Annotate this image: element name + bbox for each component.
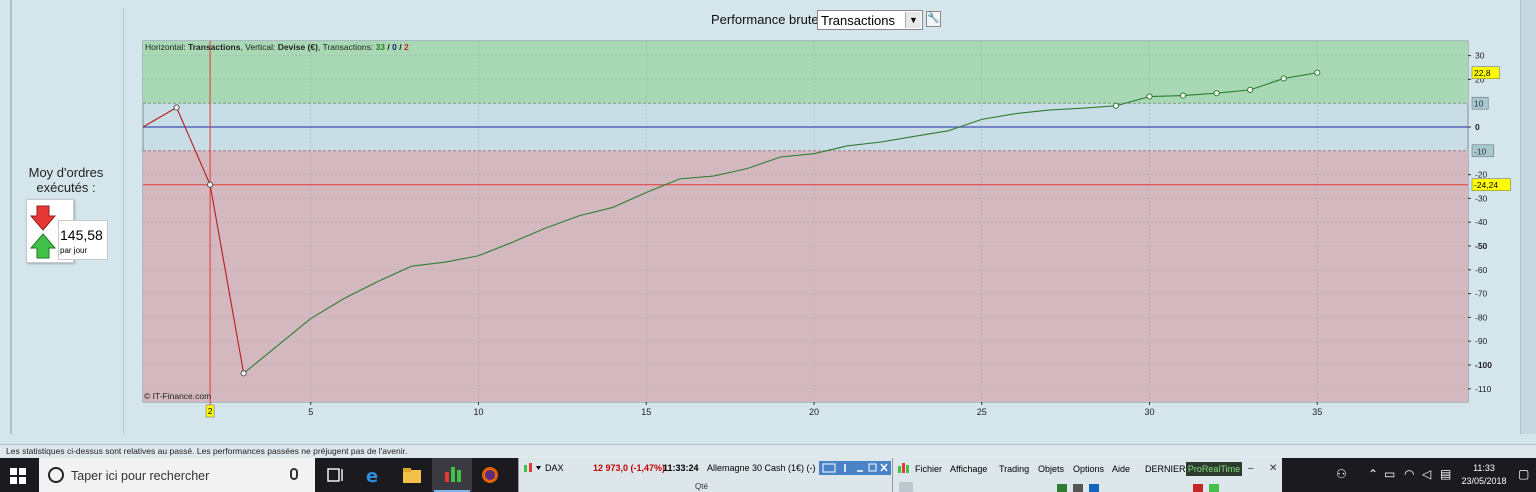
close-icon[interactable]: ✕ — [1269, 463, 1277, 474]
y-tick-label: -60 — [1475, 265, 1488, 275]
menu-affichage[interactable]: Affichage — [950, 464, 987, 474]
windows-taskbar: Taper ici pour rechercher e DAX 12 973,0… — [0, 458, 1536, 492]
data-point — [1213, 90, 1220, 97]
menu-fichier[interactable]: Fichier — [915, 464, 942, 474]
x-tick-label: 35 — [1312, 407, 1322, 417]
data-point — [1314, 69, 1321, 76]
y-tick-label: -80 — [1475, 312, 1488, 322]
y-tick-label: -40 — [1475, 217, 1488, 227]
cortana-icon — [48, 467, 64, 483]
dax-quote-window[interactable]: DAX 12 973,0 (-1,47%) 11:33:24 Allemagne… — [518, 458, 892, 492]
battery-icon[interactable]: ▭ — [1384, 467, 1395, 481]
data-point — [1280, 75, 1287, 82]
window-control-icons — [822, 463, 888, 473]
data-point — [240, 370, 247, 377]
chart-info-line: Horizontal: Transactions, Vertical: Devi… — [145, 42, 409, 52]
min-value-badge: -24,24 — [1474, 180, 1498, 190]
x-tick-label: 15 — [641, 407, 651, 417]
status-bar: Les statistiques ci-dessus sont relative… — [0, 444, 1536, 458]
app-window: Moy d'ordres exécutés : 145,58 par jour … — [0, 0, 1536, 444]
keyboard-icon[interactable]: ▤ — [1440, 467, 1451, 481]
taskbar-search[interactable]: Taper ici pour rechercher — [39, 458, 315, 492]
y-tick-label: -20 — [1475, 170, 1488, 180]
menu-trading[interactable]: Trading — [999, 464, 1029, 474]
dax-description: Allemagne 30 Cash (1€) (-) — [707, 463, 816, 473]
taskbar-prorealtime-active[interactable] — [432, 458, 472, 492]
y-tick-label: 30 — [1475, 51, 1485, 61]
y-tick-label: -50 — [1475, 241, 1488, 251]
y-tick-label: -30 — [1475, 193, 1488, 203]
data-point — [1146, 93, 1153, 100]
menu-aide[interactable]: Aide — [1112, 464, 1130, 474]
x-tick-label: 30 — [1144, 407, 1154, 417]
dax-symbol: DAX — [545, 463, 564, 473]
dax-price: 12 973,0 (-1,47%) — [593, 463, 666, 473]
menu-dernier[interactable]: DERNIER — [1145, 464, 1186, 474]
microphone-icon[interactable] — [290, 468, 298, 480]
lower-band-badge: -10 — [1474, 146, 1487, 156]
y-tick-label: -110 — [1475, 384, 1492, 394]
windows-start-icon[interactable] — [10, 468, 26, 484]
wifi-icon[interactable]: ◠ — [1404, 467, 1414, 481]
prorealtime-menu-window[interactable]: Fichier Affichage Trading Objets Options… — [892, 458, 1282, 492]
prt-toolbar[interactable] — [897, 480, 1277, 492]
dax-time: 11:33:24 — [663, 463, 699, 473]
cursor-badge: 2 — [208, 406, 213, 416]
quantity-label: Qté — [695, 482, 708, 491]
clock-time[interactable]: 11:33 — [1454, 463, 1514, 473]
disclaimer-text: Les statistiques ci-dessus sont relative… — [6, 446, 408, 456]
menu-options[interactable]: Options — [1073, 464, 1104, 474]
search-placeholder: Taper ici pour rechercher — [71, 469, 210, 483]
candle-icon — [524, 463, 541, 472]
window-controls[interactable] — [819, 461, 891, 475]
show-hidden-icons-icon[interactable]: ⌃ — [1368, 467, 1378, 481]
loss-zone — [143, 150, 1468, 402]
notifications-icon[interactable]: ▢ — [1518, 467, 1529, 481]
current-value-badge: 22,8 — [1474, 68, 1491, 78]
y-tick-label: -100 — [1475, 360, 1492, 370]
x-tick-label: 20 — [809, 407, 819, 417]
prorealtime-badge: ProRealTime — [1186, 462, 1242, 476]
prt-logo-icon — [898, 463, 909, 473]
clock-date[interactable]: 23/05/2018 — [1454, 476, 1514, 486]
svg-text:e: e — [366, 466, 378, 484]
performance-chart: 5 10 15 20 25 30 3530200-20-30-40-50-60-70-80-… — [142, 40, 1511, 418]
people-icon[interactable]: ⚇ — [1336, 467, 1347, 481]
data-point — [1112, 102, 1120, 109]
y-tick-label: -70 — [1475, 289, 1488, 299]
volume-icon[interactable]: ◁ — [1422, 467, 1431, 481]
file-explorer-icon[interactable] — [402, 466, 422, 484]
system-tray: ⚇ ⌃ ▭ ◠ ◁ ▤ 11:33 23/05/2018 ▢ — [1330, 458, 1536, 492]
copyright-text: © IT-Finance.com — [144, 391, 212, 401]
minimize-icon[interactable]: – — [1248, 463, 1254, 474]
x-tick-label: 5 — [308, 407, 313, 417]
menu-objets[interactable]: Objets — [1038, 464, 1064, 474]
upper-band-badge: 10 — [1474, 99, 1484, 109]
data-point — [207, 181, 214, 188]
y-tick-label: 0 — [1475, 122, 1480, 132]
task-view-icon[interactable] — [326, 466, 346, 484]
firefox-icon[interactable] — [480, 466, 500, 484]
prorealtime-app-icon — [445, 467, 461, 482]
x-tick-label: 10 — [473, 407, 483, 417]
data-point — [1247, 86, 1254, 93]
y-tick-label: -90 — [1475, 336, 1488, 346]
edge-browser-icon[interactable]: e — [364, 466, 384, 484]
data-point — [1179, 92, 1187, 99]
data-point — [173, 104, 180, 111]
x-tick-label: 25 — [977, 407, 987, 417]
